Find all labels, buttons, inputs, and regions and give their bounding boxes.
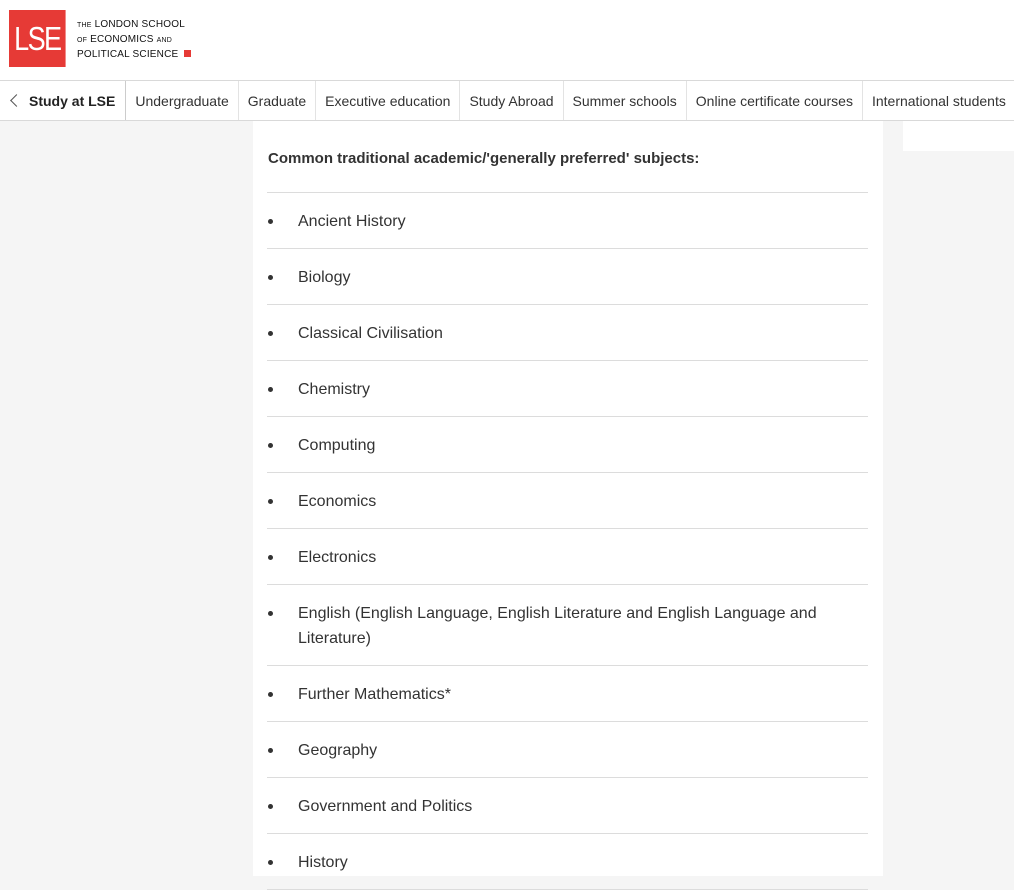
- subject-label: Economics: [298, 493, 377, 510]
- nav-back-study-at-lse[interactable]: Study at LSE: [0, 81, 127, 120]
- logo-line3: POLITICAL SCIENCE: [77, 49, 179, 60]
- list-item: History: [267, 834, 868, 890]
- subject-label: Electronics: [298, 549, 377, 566]
- logo-line2-suffix: AND: [156, 37, 172, 44]
- bullet-icon: [268, 611, 273, 616]
- list-item: Computing: [267, 417, 868, 473]
- bullet-icon: [268, 555, 273, 560]
- nav-item-summer-schools[interactable]: Summer schools: [564, 81, 687, 120]
- bullet-icon: [268, 860, 273, 865]
- bullet-icon: [268, 748, 273, 753]
- list-item: Further Mathematics*: [267, 666, 868, 722]
- subject-label: Ancient History: [298, 213, 406, 230]
- nav-item-international-students[interactable]: International students: [863, 81, 1014, 120]
- list-item: Electronics: [267, 529, 868, 585]
- lse-logo[interactable]: LSE: [9, 10, 66, 67]
- bullet-icon: [268, 443, 273, 448]
- logo-square-icon: [184, 50, 192, 57]
- side-panel: [903, 121, 1014, 151]
- logo-line2: ECONOMICS: [90, 34, 154, 45]
- site-header: LSE THE LONDON SCHOOL OF ECONOMICS AND P…: [0, 0, 1014, 80]
- subjects-list: Ancient History Biology Classical Civili…: [267, 192, 868, 890]
- nav-item-graduate[interactable]: Graduate: [239, 81, 317, 120]
- list-item: Classical Civilisation: [267, 305, 868, 361]
- subject-label: Chemistry: [298, 381, 371, 398]
- logo-mark: LSE: [14, 19, 62, 57]
- subject-label: Further Mathematics*: [298, 686, 451, 703]
- bullet-icon: [268, 499, 273, 504]
- list-item: Ancient History: [267, 193, 868, 249]
- logo-line2-prefix: OF: [77, 37, 88, 44]
- list-item: Economics: [267, 473, 868, 529]
- list-item: Biology: [267, 249, 868, 305]
- subject-label: Geography: [298, 742, 378, 759]
- logo-wordmark[interactable]: THE LONDON SCHOOL OF ECONOMICS AND POLIT…: [77, 18, 192, 62]
- chevron-left-icon: [10, 94, 23, 107]
- logo-line1-prefix: THE: [77, 22, 92, 29]
- list-item: English (English Language, English Liter…: [267, 585, 868, 666]
- list-item: Government and Politics: [267, 778, 868, 834]
- logo-line1: LONDON SCHOOL: [94, 19, 185, 30]
- list-item: Geography: [267, 722, 868, 778]
- nav-back-label: Study at LSE: [29, 92, 116, 109]
- bullet-icon: [268, 692, 273, 697]
- subject-label: Classical Civilisation: [298, 325, 443, 342]
- subject-label: Computing: [298, 437, 376, 454]
- bullet-icon: [268, 387, 273, 392]
- subject-label: Biology: [298, 269, 351, 286]
- nav-item-undergraduate[interactable]: Undergraduate: [126, 81, 239, 120]
- bullet-icon: [268, 331, 273, 336]
- nav-item-online-certificate-courses[interactable]: Online certificate courses: [687, 81, 863, 120]
- bullet-icon: [268, 275, 273, 280]
- list-item: Chemistry: [267, 361, 868, 417]
- subject-label: History: [298, 854, 348, 871]
- bullet-icon: [268, 804, 273, 809]
- section-nav: Study at LSE Undergraduate Graduate Exec…: [0, 80, 1014, 121]
- nav-item-study-abroad[interactable]: Study Abroad: [460, 81, 564, 120]
- main-content: Common traditional academic/'generally p…: [253, 121, 883, 890]
- subject-label: English (English Language, English Liter…: [298, 605, 817, 647]
- bullet-icon: [268, 219, 273, 224]
- subject-label: Government and Politics: [298, 798, 473, 815]
- subjects-heading: Common traditional academic/'generally p…: [268, 150, 700, 167]
- nav-item-executive-education[interactable]: Executive education: [316, 81, 461, 120]
